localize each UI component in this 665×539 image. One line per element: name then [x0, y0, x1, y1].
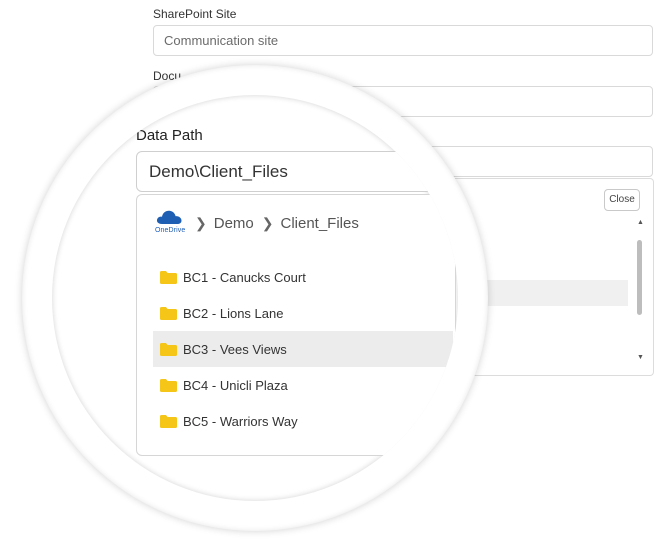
- folder-name: BC1 - Canucks Court: [183, 269, 306, 285]
- breadcrumb: OneDrive ❯ Demo ❯ Client_Files: [155, 210, 359, 236]
- folder-name: BC5 - Warriors Way: [183, 413, 298, 429]
- folder-icon: [160, 414, 177, 428]
- onedrive-text: OneDrive: [155, 227, 186, 234]
- folder-name: BC4 - Unicli Plaza: [183, 377, 288, 393]
- folder-row[interactable]: BC4 - Unicli Plaza: [153, 367, 453, 403]
- onedrive-logo-icon[interactable]: OneDrive: [155, 208, 187, 238]
- chevron-right-icon: ❯: [195, 214, 207, 231]
- folder-row[interactable]: BC1 - Canucks Court: [153, 259, 453, 295]
- data-path-input[interactable]: Demo\Client_Files: [136, 151, 456, 192]
- folder-row[interactable]: BC5 - Warriors Way: [153, 403, 453, 439]
- folder-icon: [160, 378, 177, 392]
- scrollbar-thumb[interactable]: [637, 240, 642, 315]
- magnifier-lens: Data Path Demo\Client_Files OneDrive ❯ D…: [52, 95, 458, 501]
- data-path-label: Data Path: [136, 127, 203, 144]
- chevron-right-icon: ❯: [261, 214, 274, 231]
- folder-icon: [160, 306, 177, 320]
- folder-name: BC3 - Vees Views: [183, 341, 287, 357]
- scroll-up-icon[interactable]: ▲: [637, 219, 644, 226]
- sharepoint-site-field[interactable]: Communication site: [153, 25, 653, 56]
- folder-name: BC2 - Lions Lane: [183, 305, 284, 321]
- sharepoint-site-label: SharePoint Site: [153, 7, 237, 21]
- breadcrumb-demo[interactable]: Demo: [214, 215, 254, 232]
- folder-row-selected[interactable]: BC3 - Vees Views: [153, 331, 453, 367]
- close-button[interactable]: Close: [604, 189, 640, 211]
- folder-icon: [160, 342, 177, 356]
- folder-icon: [160, 270, 177, 284]
- folder-row[interactable]: BC2 - Lions Lane: [153, 295, 453, 331]
- scroll-down-icon[interactable]: ▼: [637, 354, 644, 361]
- breadcrumb-client-files[interactable]: Client_Files: [280, 215, 358, 232]
